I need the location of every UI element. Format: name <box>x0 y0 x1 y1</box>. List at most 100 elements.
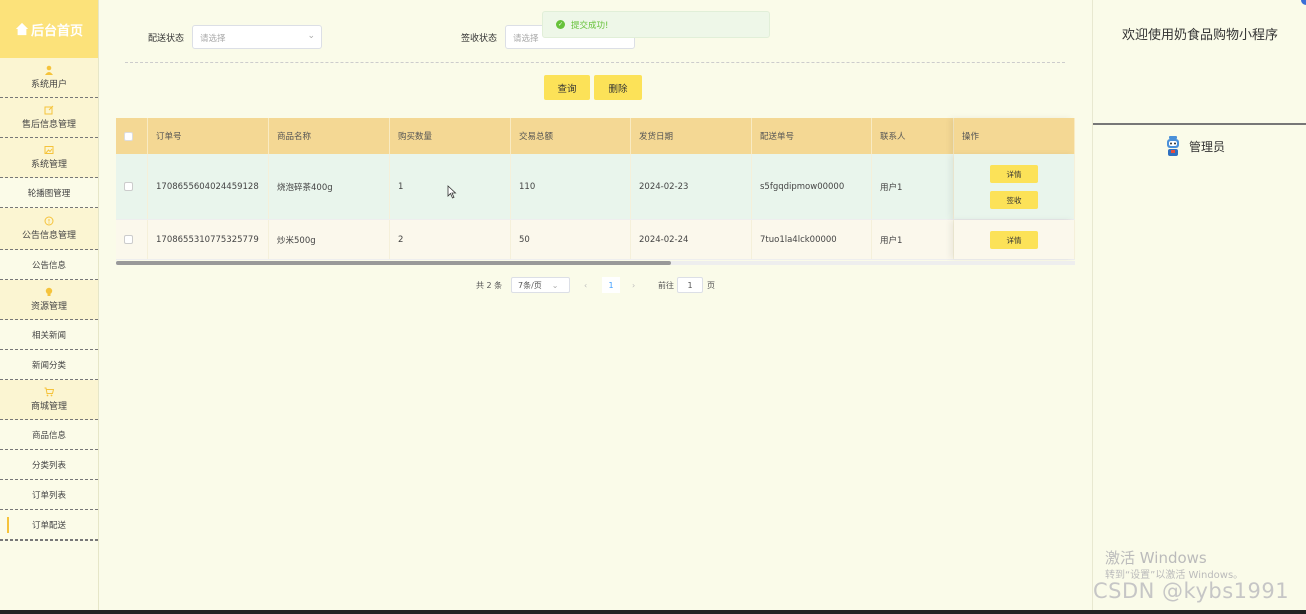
sidebar-item-mall[interactable]: 商城管理 <box>0 380 98 420</box>
sidebar-item-label: 分类列表 <box>31 460 66 471</box>
col-total[interactable]: 交易总额 <box>511 118 631 154</box>
delete-button[interactable]: 删除 <box>594 75 642 100</box>
sidebar-item-label: 公告信息 <box>31 260 66 271</box>
cell-actions: 详情 <box>954 220 1075 259</box>
chevron-down-icon: ⌄ <box>551 280 559 290</box>
sidebar-item-news-category[interactable]: 新闻分类 <box>0 350 98 380</box>
row-select-cell <box>116 154 148 219</box>
sidebar-item-order-delivery[interactable]: 订单配送 <box>0 510 98 540</box>
delivery-status-placeholder: 请选择 <box>200 34 226 44</box>
image-icon <box>44 146 54 154</box>
sidebar-item-label: 新闻分类 <box>31 360 66 371</box>
select-all-cell <box>116 118 148 154</box>
cell-order-no: 1708655604024459128 <box>148 154 269 219</box>
sidebar-item-resources[interactable]: 资源管理 <box>0 280 98 320</box>
row-checkbox[interactable] <box>124 235 133 244</box>
sidebar: 后台首页 系统用户 售后信息管理 系统管理 轮播图管理 公告信息管理 公告信息 … <box>0 0 99 614</box>
check-icon: ✓ <box>556 20 565 29</box>
cell-contact: 用户1 <box>872 220 954 259</box>
table-row: 1708655310775325779 炒米500g 2 50 2024-02-… <box>116 220 1075 260</box>
edit-icon <box>44 105 54 115</box>
welcome-text: 欢迎使用奶食品购物小程序 <box>1121 28 1278 43</box>
home-link[interactable]: 后台首页 <box>0 0 98 58</box>
table-horizontal-scrollbar[interactable] <box>116 261 1075 265</box>
home-icon <box>15 22 29 36</box>
col-tracking[interactable]: 配送单号 <box>752 118 872 154</box>
cell-actions: 详情 签收 <box>954 154 1075 219</box>
delivery-status-select[interactable]: 请选择 ⌄ <box>192 25 322 49</box>
row-checkbox[interactable] <box>124 182 133 191</box>
toast-message: 提交成功! <box>571 20 609 31</box>
bulb-icon <box>45 287 53 296</box>
receipt-status-placeholder: 请选择 <box>513 34 539 44</box>
cell-product: 烧泡碎茶400g <box>269 154 390 219</box>
sidebar-item-label: 商品信息 <box>31 430 66 441</box>
page-size-select[interactable]: 7条/页 ⌄ <box>511 277 570 293</box>
user-icon <box>45 65 53 75</box>
page-number[interactable]: 1 <box>602 277 620 293</box>
cell-contact: 用户1 <box>872 154 954 219</box>
success-toast: ✓ 提交成功! <box>542 11 770 38</box>
sidebar-item-label: 售后信息管理 <box>21 120 76 130</box>
pagination-total: 共 2 条 <box>476 280 503 290</box>
info-icon <box>44 216 54 226</box>
detail-button[interactable]: 详情 <box>990 231 1038 249</box>
sidebar-item-news[interactable]: 相关新闻 <box>0 320 98 350</box>
orders-table: 订单号 商品名称 购买数量 交易总额 发货日期 配送单号 联系人 操作 1708… <box>116 118 1075 260</box>
sidebar-item-system-admin[interactable]: 系统管理 <box>0 138 98 178</box>
cell-total: 110 <box>511 154 631 219</box>
sidebar-item-products[interactable]: 商品信息 <box>0 420 98 450</box>
logo-label: 后台首页 <box>30 23 83 39</box>
sidebar-item-orders[interactable]: 订单列表 <box>0 480 98 510</box>
query-button[interactable]: 查询 <box>544 75 590 100</box>
chevron-down-icon: ⌄ <box>307 31 315 41</box>
cart-icon <box>44 387 54 397</box>
sidebar-item-after-sales[interactable]: 售后信息管理 <box>0 98 98 138</box>
page-size-value: 7条/页 <box>518 280 542 290</box>
sidebar-item-label: 公告信息管理 <box>21 231 76 241</box>
goto-label: 前往 <box>658 280 674 290</box>
col-contact[interactable]: 联系人 <box>872 118 954 154</box>
col-date[interactable]: 发货日期 <box>631 118 752 154</box>
next-page-icon[interactable]: › <box>632 277 635 293</box>
goto-page-input[interactable]: 1 <box>677 277 703 293</box>
prev-page-icon[interactable]: ‹ <box>584 277 587 293</box>
sidebar-item-notices[interactable]: 公告信息 <box>0 250 98 280</box>
right-divider <box>1093 123 1306 125</box>
sidebar-item-label: 商城管理 <box>30 402 67 412</box>
sidebar-item-carousel[interactable]: 轮播图管理 <box>0 178 98 208</box>
delivery-status-label: 配送状态 <box>148 34 185 44</box>
cell-qty: 2 <box>390 220 511 259</box>
cell-total: 50 <box>511 220 631 259</box>
filter-divider <box>125 62 1065 63</box>
robot-avatar-icon <box>1167 136 1179 156</box>
sidebar-item-label: 资源管理 <box>30 302 67 312</box>
page-unit-label: 页 <box>707 280 715 290</box>
scrollbar-thumb[interactable] <box>116 261 671 265</box>
table-header: 订单号 商品名称 购买数量 交易总额 发货日期 配送单号 联系人 操作 <box>116 118 1075 154</box>
csdn-watermark: CSDN @kybs1991 <box>1093 579 1290 603</box>
right-panel: 欢迎使用奶食品购物小程序 管理员 <box>1092 0 1306 614</box>
sign-button[interactable]: 签收 <box>990 191 1038 209</box>
cell-tracking: 7tuo1la4lck00000 <box>752 220 872 259</box>
sidebar-item-notice-admin[interactable]: 公告信息管理 <box>0 208 98 250</box>
sidebar-item-label: 轮播图管理 <box>27 188 71 199</box>
sidebar-item-label: 系统管理 <box>30 160 67 170</box>
row-select-cell <box>116 220 148 259</box>
col-order-no[interactable]: 订单号 <box>148 118 269 154</box>
col-qty[interactable]: 购买数量 <box>390 118 511 154</box>
admin-profile[interactable]: 管理员 <box>1165 135 1225 157</box>
select-all-checkbox[interactable] <box>124 131 133 141</box>
receipt-status-label: 签收状态 <box>461 34 498 44</box>
bottom-bar <box>0 610 1306 614</box>
sidebar-item-categories[interactable]: 分类列表 <box>0 450 98 480</box>
sidebar-divider <box>0 540 98 541</box>
detail-button[interactable]: 详情 <box>990 165 1038 183</box>
sidebar-item-label: 相关新闻 <box>31 330 66 341</box>
activate-windows-title: 激活 Windows <box>1105 549 1207 567</box>
col-product[interactable]: 商品名称 <box>269 118 390 154</box>
cell-date: 2024-02-23 <box>631 154 752 219</box>
admin-name: 管理员 <box>1189 139 1226 154</box>
sidebar-item-label: 系统用户 <box>30 80 67 90</box>
sidebar-item-system-users[interactable]: 系统用户 <box>0 58 98 98</box>
